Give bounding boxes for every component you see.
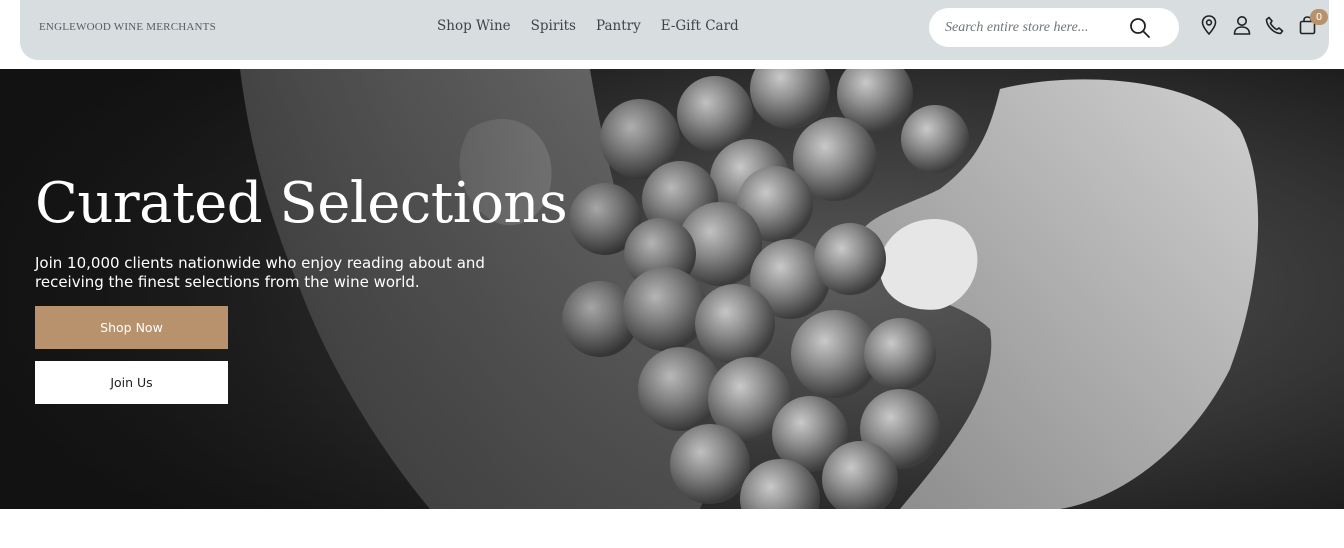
location-pin-icon[interactable]	[1198, 14, 1219, 36]
shop-now-button[interactable]: Shop Now	[35, 306, 228, 349]
search-input[interactable]	[943, 18, 1127, 37]
nav-spirits[interactable]: Spirits	[531, 18, 576, 34]
nav-pantry[interactable]: Pantry	[596, 18, 641, 34]
main-nav: Shop Wine Spirits Pantry E-Gift Card	[437, 18, 739, 34]
nav-shop-wine[interactable]: Shop Wine	[437, 18, 511, 34]
phone-icon[interactable]	[1264, 14, 1285, 36]
cart-icon[interactable]: 0	[1297, 9, 1328, 36]
brand-logo[interactable]: ENGLEWOOD WINE MERCHANTS	[39, 21, 216, 33]
hero-banner: Curated Selections Join 10,000 clients n…	[0, 69, 1344, 509]
nav-e-gift-card[interactable]: E-Gift Card	[661, 18, 739, 34]
hero-title: Curated Selections	[35, 171, 568, 236]
site-header: ENGLEWOOD WINE MERCHANTS Shop Wine Spiri…	[20, 0, 1329, 60]
header-icons: 0	[1198, 9, 1328, 36]
search-box	[929, 8, 1179, 47]
search-icon[interactable]	[1129, 17, 1151, 39]
cart-count-badge: 0	[1310, 9, 1328, 25]
hero-subtitle: Join 10,000 clients nationwide who enjoy…	[35, 254, 485, 291]
join-us-button[interactable]: Join Us	[35, 361, 228, 404]
user-icon[interactable]	[1231, 14, 1252, 36]
